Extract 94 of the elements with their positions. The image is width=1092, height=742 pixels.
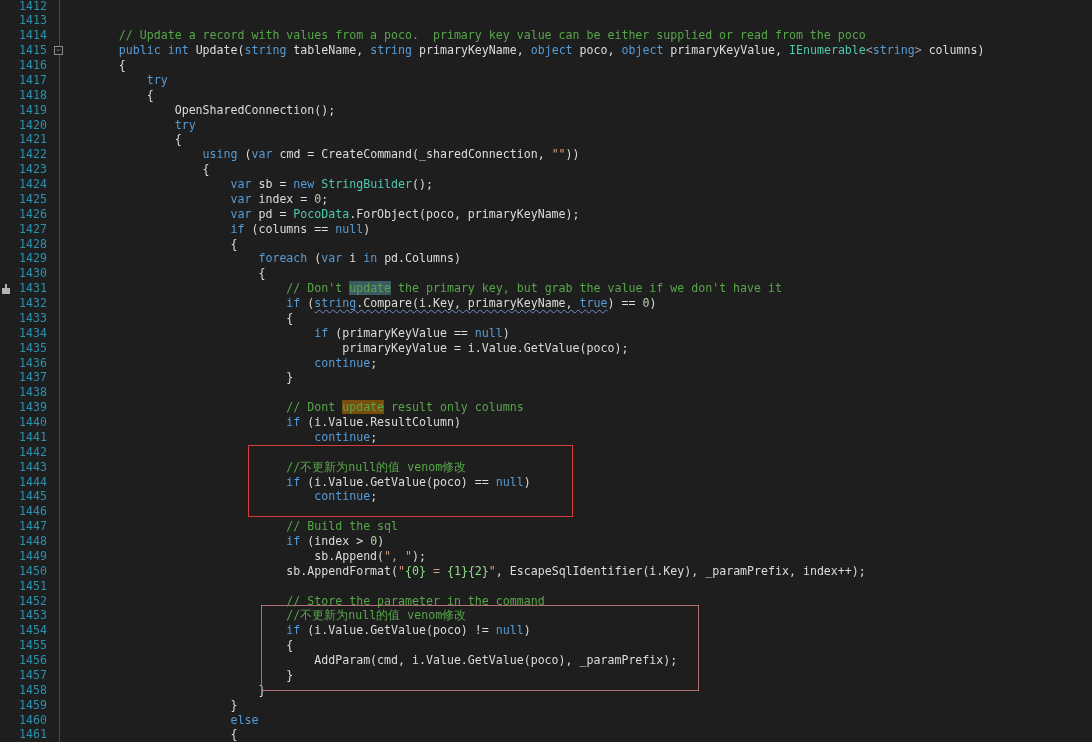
code-line: primaryKeyValue = i.Value.GetValue(poco); [341, 340, 630, 356]
line-number: 1440 [18, 415, 47, 430]
code-line: if (primaryKeyValue == null) [313, 325, 511, 341]
line-number: 1423 [18, 162, 47, 178]
line-number: 1444 [18, 474, 47, 490]
line-number: 1443 [18, 459, 47, 475]
code-line: if (string.Compare(i.Key, primaryKeyName, true) == 0) [285, 296, 658, 311]
code-line: try [173, 117, 197, 133]
line-number: 1436 [18, 355, 47, 371]
code-line: { [173, 132, 183, 148]
line-number: 1449 [18, 549, 47, 564]
line-number: 1445 [18, 489, 47, 505]
line-number: 1412 [18, 0, 47, 14]
code-line: if (i.Value.ResultColumn) [285, 415, 462, 430]
code-line: // Update a record with values from a poco. primary key value can be either supplied or read from the poco [117, 28, 867, 44]
code-line: { [229, 727, 239, 742]
line-number: 1461 [18, 727, 47, 742]
code-line: } [229, 697, 239, 713]
line-number: 1424 [18, 177, 47, 192]
code-line: var index = 0; [229, 192, 330, 207]
line-number: 1451 [18, 578, 47, 594]
line-number: 1442 [18, 444, 47, 460]
code-line: continue; [313, 489, 379, 505]
code-line: { [201, 162, 211, 178]
code-line: { [229, 236, 239, 252]
code-line: try [145, 73, 169, 88]
line-number: 1441 [18, 430, 47, 445]
line-number: 1427 [18, 221, 47, 237]
line-number: 1456 [18, 653, 47, 668]
line-number: 1455 [18, 638, 47, 654]
line-number: 1428 [18, 236, 47, 252]
line-number: 1434 [18, 325, 47, 341]
line-number: 1420 [18, 117, 47, 133]
code-line: // Build the sql [285, 519, 400, 535]
line-number: 1430 [18, 266, 47, 282]
line-number: 1414 [18, 28, 47, 44]
line-number: 1452 [18, 593, 47, 609]
code-line: sb.Append(", "); [313, 549, 427, 564]
line-number: 1459 [18, 697, 47, 713]
line-number: 1437 [18, 370, 47, 386]
code-line: } [285, 370, 295, 386]
line-number: 1419 [18, 102, 47, 118]
line-number: 1439 [18, 400, 47, 416]
code-line: //不更新为null的值 venom修改 [285, 459, 468, 475]
line-number: 1433 [18, 311, 47, 326]
line-number: 1429 [18, 251, 47, 267]
code-line: { [117, 58, 127, 73]
line-number: 1421 [18, 132, 47, 148]
line-number: 1460 [18, 712, 47, 728]
line-number: 1450 [18, 563, 47, 579]
line-number: 1432 [18, 296, 47, 311]
line-number: 1425 [18, 192, 47, 207]
brush-icon[interactable] [1, 283, 11, 294]
code-line: if (index > 0) [285, 534, 386, 549]
code-line: { [257, 266, 267, 282]
code-line: using (var cmd = CreateCommand(_sharedConnection, "")) [201, 147, 581, 163]
code-line: else [229, 712, 260, 728]
code-line: } [285, 668, 295, 683]
code-line: OpenSharedConnection(); [173, 102, 337, 118]
line-number: 1431 [18, 281, 47, 297]
line-number: 1448 [18, 534, 47, 549]
code-line: continue; [313, 430, 379, 445]
line-number: 1416 [18, 58, 47, 73]
line-number: 1422 [18, 147, 47, 163]
code-line: AddParam(cmd, i.Value.GetValue(poco), _paramPrefix); [313, 653, 679, 668]
line-number: 1457 [18, 668, 47, 683]
line-number: 1447 [18, 519, 47, 535]
code-line: { [145, 87, 155, 103]
code-line: var pd = PocoData.ForObject(poco, primaryKeyName); [229, 206, 581, 222]
line-number: 1413 [18, 13, 47, 29]
code-line: public int Update(string tableName, string primaryKeyName, object poco, object primaryKeyValue, IEnumerable<string> columns) [117, 43, 986, 59]
code-line: foreach (var i in pd.Columns) [257, 251, 462, 267]
line-number: 1418 [18, 87, 47, 103]
code-line: if (columns == null) [229, 221, 372, 237]
line-number: 1458 [18, 682, 47, 698]
line-number: 1415 [18, 43, 47, 59]
line-number: 1435 [18, 340, 47, 356]
code-line: // Don't update the primary key, but grab the value if we don't have it [285, 281, 783, 297]
code-line: if (i.Value.GetValue(poco) != null) [285, 623, 532, 639]
code-line: continue; [313, 355, 379, 371]
code-line: { [285, 311, 295, 326]
code-line: { [285, 638, 295, 654]
line-number: 1417 [18, 73, 47, 88]
code-line: sb.AppendFormat("{0} = {1}{2}", EscapeSqlIdentifier(i.Key), _paramPrefix, index++); [285, 563, 867, 579]
line-number: 1454 [18, 623, 47, 639]
code-line: //不更新为null的值 venom修改 [285, 608, 468, 624]
line-number: 1446 [18, 504, 47, 520]
line-number: 1453 [18, 608, 47, 624]
code-line: // Dont update result only columns [285, 400, 525, 416]
line-number: 1438 [18, 385, 47, 401]
code-line: var sb = new StringBuilder(); [229, 177, 434, 192]
code-line: if (i.Value.GetValue(poco) == null) [285, 474, 532, 490]
line-number: 1426 [18, 206, 47, 222]
collapse-icon[interactable] [54, 46, 63, 56]
